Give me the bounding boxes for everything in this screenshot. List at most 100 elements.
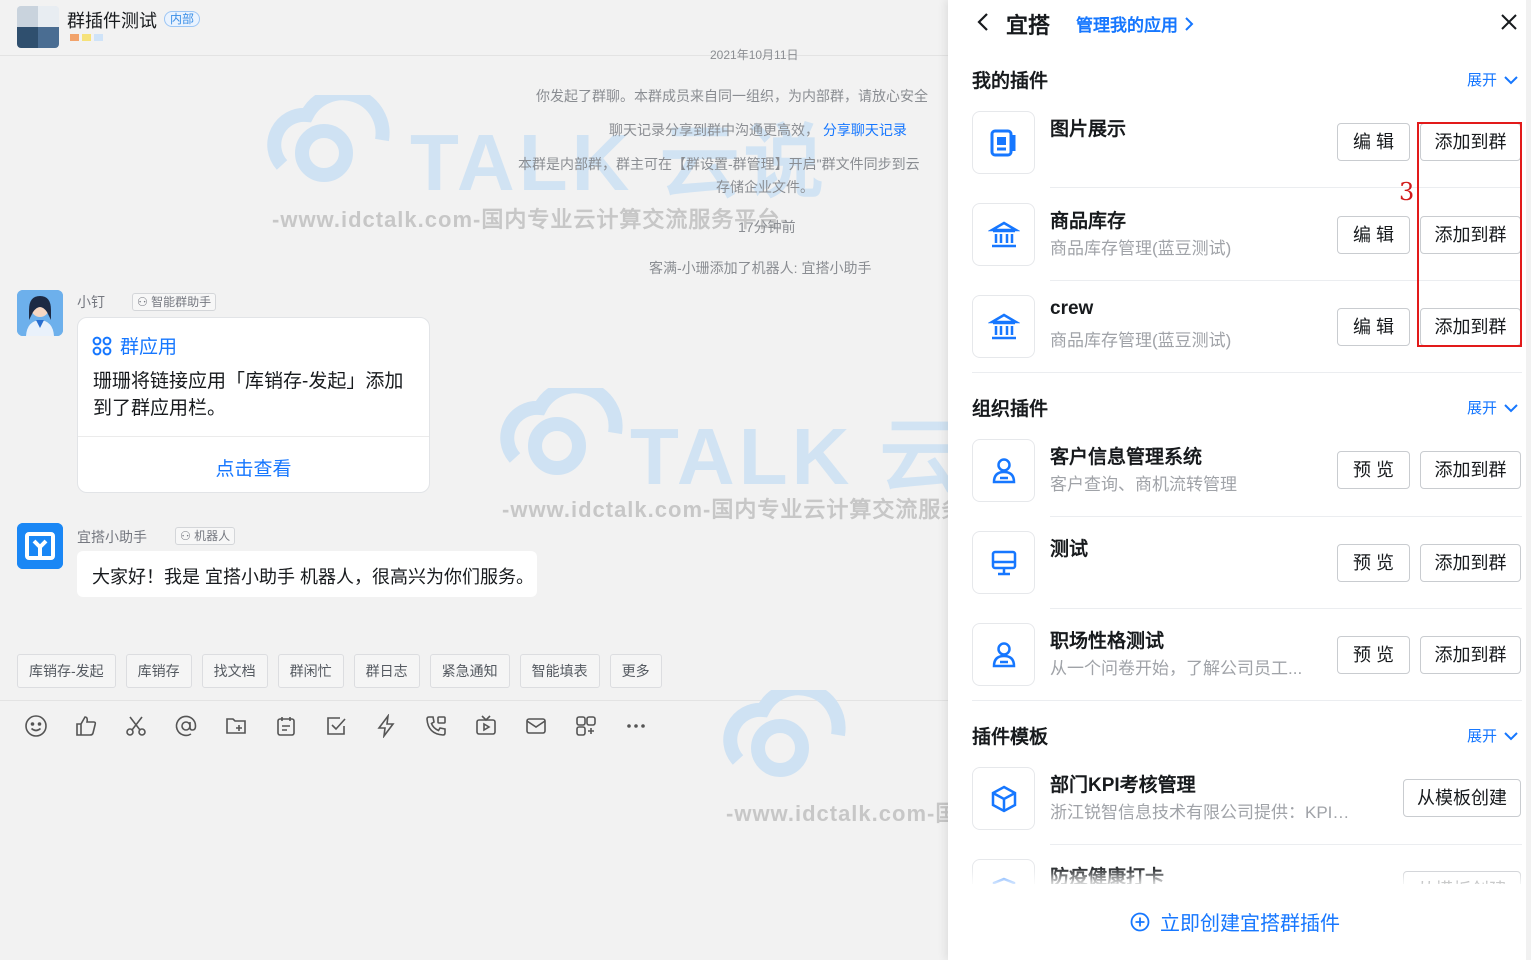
plugin-name: 测试 [1050, 539, 1089, 560]
checkbox-icon[interactable] [322, 712, 349, 739]
edit-button[interactable]: 编 辑 [1337, 123, 1410, 161]
gallery-icon [972, 111, 1035, 174]
member-status-dots [70, 34, 103, 42]
template-name: 部门KPI考核管理 [1050, 775, 1196, 796]
add-to-group-button[interactable]: 添加到群 [1420, 451, 1521, 489]
back-icon[interactable] [974, 10, 994, 39]
chevron-down-icon [1504, 731, 1518, 740]
manage-apps-link[interactable]: 管理我的应用 [1076, 11, 1194, 36]
plugin-name: 职场性格测试 [1050, 631, 1165, 652]
divider [78, 436, 429, 437]
quick-app-button[interactable]: 紧急通知 [429, 654, 510, 688]
thumb-up-icon[interactable] [72, 712, 99, 739]
more-apps-button[interactable]: 更多 [609, 654, 662, 688]
card-header: 群应用 [92, 332, 177, 359]
divider [972, 372, 1522, 373]
user-icon [972, 439, 1035, 502]
card-body: 珊珊将链接应用「库销存-发起」添加到了群应用栏。 [93, 371, 404, 419]
create-bar: 立即创建宜搭群插件 [948, 884, 1531, 960]
share-history-link[interactable]: 分享聊天记录 [823, 122, 907, 138]
add-to-group-button[interactable]: 添加到群 [1420, 636, 1521, 674]
divider [1050, 516, 1522, 517]
cube-icon [972, 767, 1035, 830]
plugin-name: 图片展示 [1050, 119, 1127, 140]
monitor-icon [972, 531, 1035, 594]
chat-area: 群插件测试 内部 TALK 云说 -www.idctalk.com-国内专业云计… [0, 0, 948, 960]
plugin-item[interactable]: 客户信息管理系统 客户查询、商机流转管理 预 览 添加到群 [972, 439, 1522, 523]
apps-grid-icon [92, 336, 112, 355]
sender-name: 小钉 [77, 294, 105, 310]
template-item[interactable]: 部门KPI考核管理 浙江锐智信息技术有限公司提供：KPI考... 从模板创建 [972, 767, 1522, 851]
live-icon[interactable] [472, 712, 499, 739]
plugin-name: 客户信息管理系统 [1050, 447, 1203, 468]
mail-icon[interactable] [522, 712, 549, 739]
group-app-card[interactable]: 群应用 珊珊将链接应用「库销存-发起」添加到了群应用栏。 点击查看 [77, 317, 430, 493]
plugin-description: 从一个问卷开始，了解公司员工... [1050, 659, 1303, 678]
chevron-right-icon [1185, 16, 1194, 31]
plugin-description: 客户查询、商机流转管理 [1050, 475, 1237, 494]
section-title-my-plugins: 我的插件 [972, 71, 1049, 92]
edit-button[interactable]: 编 辑 [1337, 308, 1410, 346]
step-number: 3 [1399, 178, 1415, 206]
expand-toggle[interactable]: 展开 [1467, 69, 1519, 90]
panel-title: 宜搭 [1006, 13, 1051, 38]
system-message: 聊天记录分享到群中沟通更高效， 分享聊天记录 [609, 122, 907, 138]
sender-name: 宜搭小助手 [77, 529, 147, 545]
date-label: 2021年10月11日 [710, 48, 799, 62]
quick-app-button[interactable]: 库销存 [125, 654, 192, 688]
plugin-name: crew [1050, 298, 1094, 319]
lightning-icon[interactable] [372, 712, 399, 739]
section-title-templates: 插件模板 [972, 727, 1049, 748]
plugin-item[interactable]: 测试 预 览 添加到群 [972, 531, 1522, 615]
plugin-name: 商品库存 [1050, 211, 1127, 232]
system-message: 本群是内部群，群主可在【群设置-群管理】开启"群文件同步到云 [518, 156, 920, 172]
expand-toggle[interactable]: 展开 [1467, 397, 1519, 418]
quick-app-button[interactable]: 找文档 [201, 654, 268, 688]
avatar[interactable] [17, 523, 63, 569]
more-icon[interactable] [622, 712, 649, 739]
chevron-down-icon [1504, 75, 1518, 84]
divider [1050, 608, 1522, 609]
create-plugin-link[interactable]: 立即创建宜搭群插件 [1130, 907, 1340, 936]
system-message: 客满-小珊添加了机器人: 宜搭小助手 [649, 260, 872, 276]
folder-add-icon[interactable] [222, 712, 249, 739]
scrollbar[interactable] [1526, 0, 1531, 960]
plugin-description: 商品库存管理(蓝豆测试) [1050, 239, 1232, 258]
avatar[interactable] [17, 290, 63, 336]
plus-circle-icon [1130, 912, 1150, 931]
system-message: 你发起了群聊。本群成员来自同一组织，为内部群，请放心安全 [536, 88, 928, 104]
apps-icon[interactable] [572, 712, 599, 739]
create-from-template-button[interactable]: 从模板创建 [1403, 779, 1521, 817]
group-title[interactable]: 群插件测试 [67, 7, 157, 33]
watermark-logo [262, 86, 392, 195]
emoji-icon[interactable] [22, 712, 49, 739]
quick-app-button[interactable]: 群日志 [353, 654, 420, 688]
calendar-icon[interactable] [272, 712, 299, 739]
close-icon[interactable] [1499, 12, 1519, 37]
divider [1050, 844, 1522, 845]
preview-button[interactable]: 预 览 [1337, 636, 1410, 674]
bank-icon [972, 295, 1035, 358]
preview-button[interactable]: 预 览 [1337, 544, 1410, 582]
at-icon[interactable] [172, 712, 199, 739]
edit-button[interactable]: 编 辑 [1337, 216, 1410, 254]
add-to-group-button[interactable]: 添加到群 [1420, 544, 1521, 582]
phone-icon[interactable] [422, 712, 449, 739]
preview-button[interactable]: 预 览 [1337, 451, 1410, 489]
watermark-url: -www.idctalk.com-国内专业云计算交流服务平台- [726, 801, 948, 826]
timestamp: 17分钟前 [738, 219, 796, 235]
group-avatar[interactable] [17, 6, 59, 48]
plugin-item[interactable]: 职场性格测试 从一个问卷开始，了解公司员工... 预 览 添加到群 [972, 623, 1522, 707]
quick-app-button[interactable]: 群闲忙 [277, 654, 344, 688]
chevron-down-icon [1504, 403, 1518, 412]
view-details-link[interactable]: 点击查看 [78, 454, 429, 481]
quick-app-button[interactable]: 智能填表 [519, 654, 600, 688]
bot-tag: ⚇ 机器人 [175, 527, 236, 545]
highlight-box [1417, 122, 1522, 347]
divider [0, 700, 948, 701]
section-title-org-plugins: 组织插件 [972, 399, 1049, 420]
expand-toggle[interactable]: 展开 [1467, 725, 1519, 746]
quick-app-button[interactable]: 库销存-发起 [17, 654, 116, 688]
scissors-icon[interactable] [122, 712, 149, 739]
user-icon [972, 623, 1035, 686]
